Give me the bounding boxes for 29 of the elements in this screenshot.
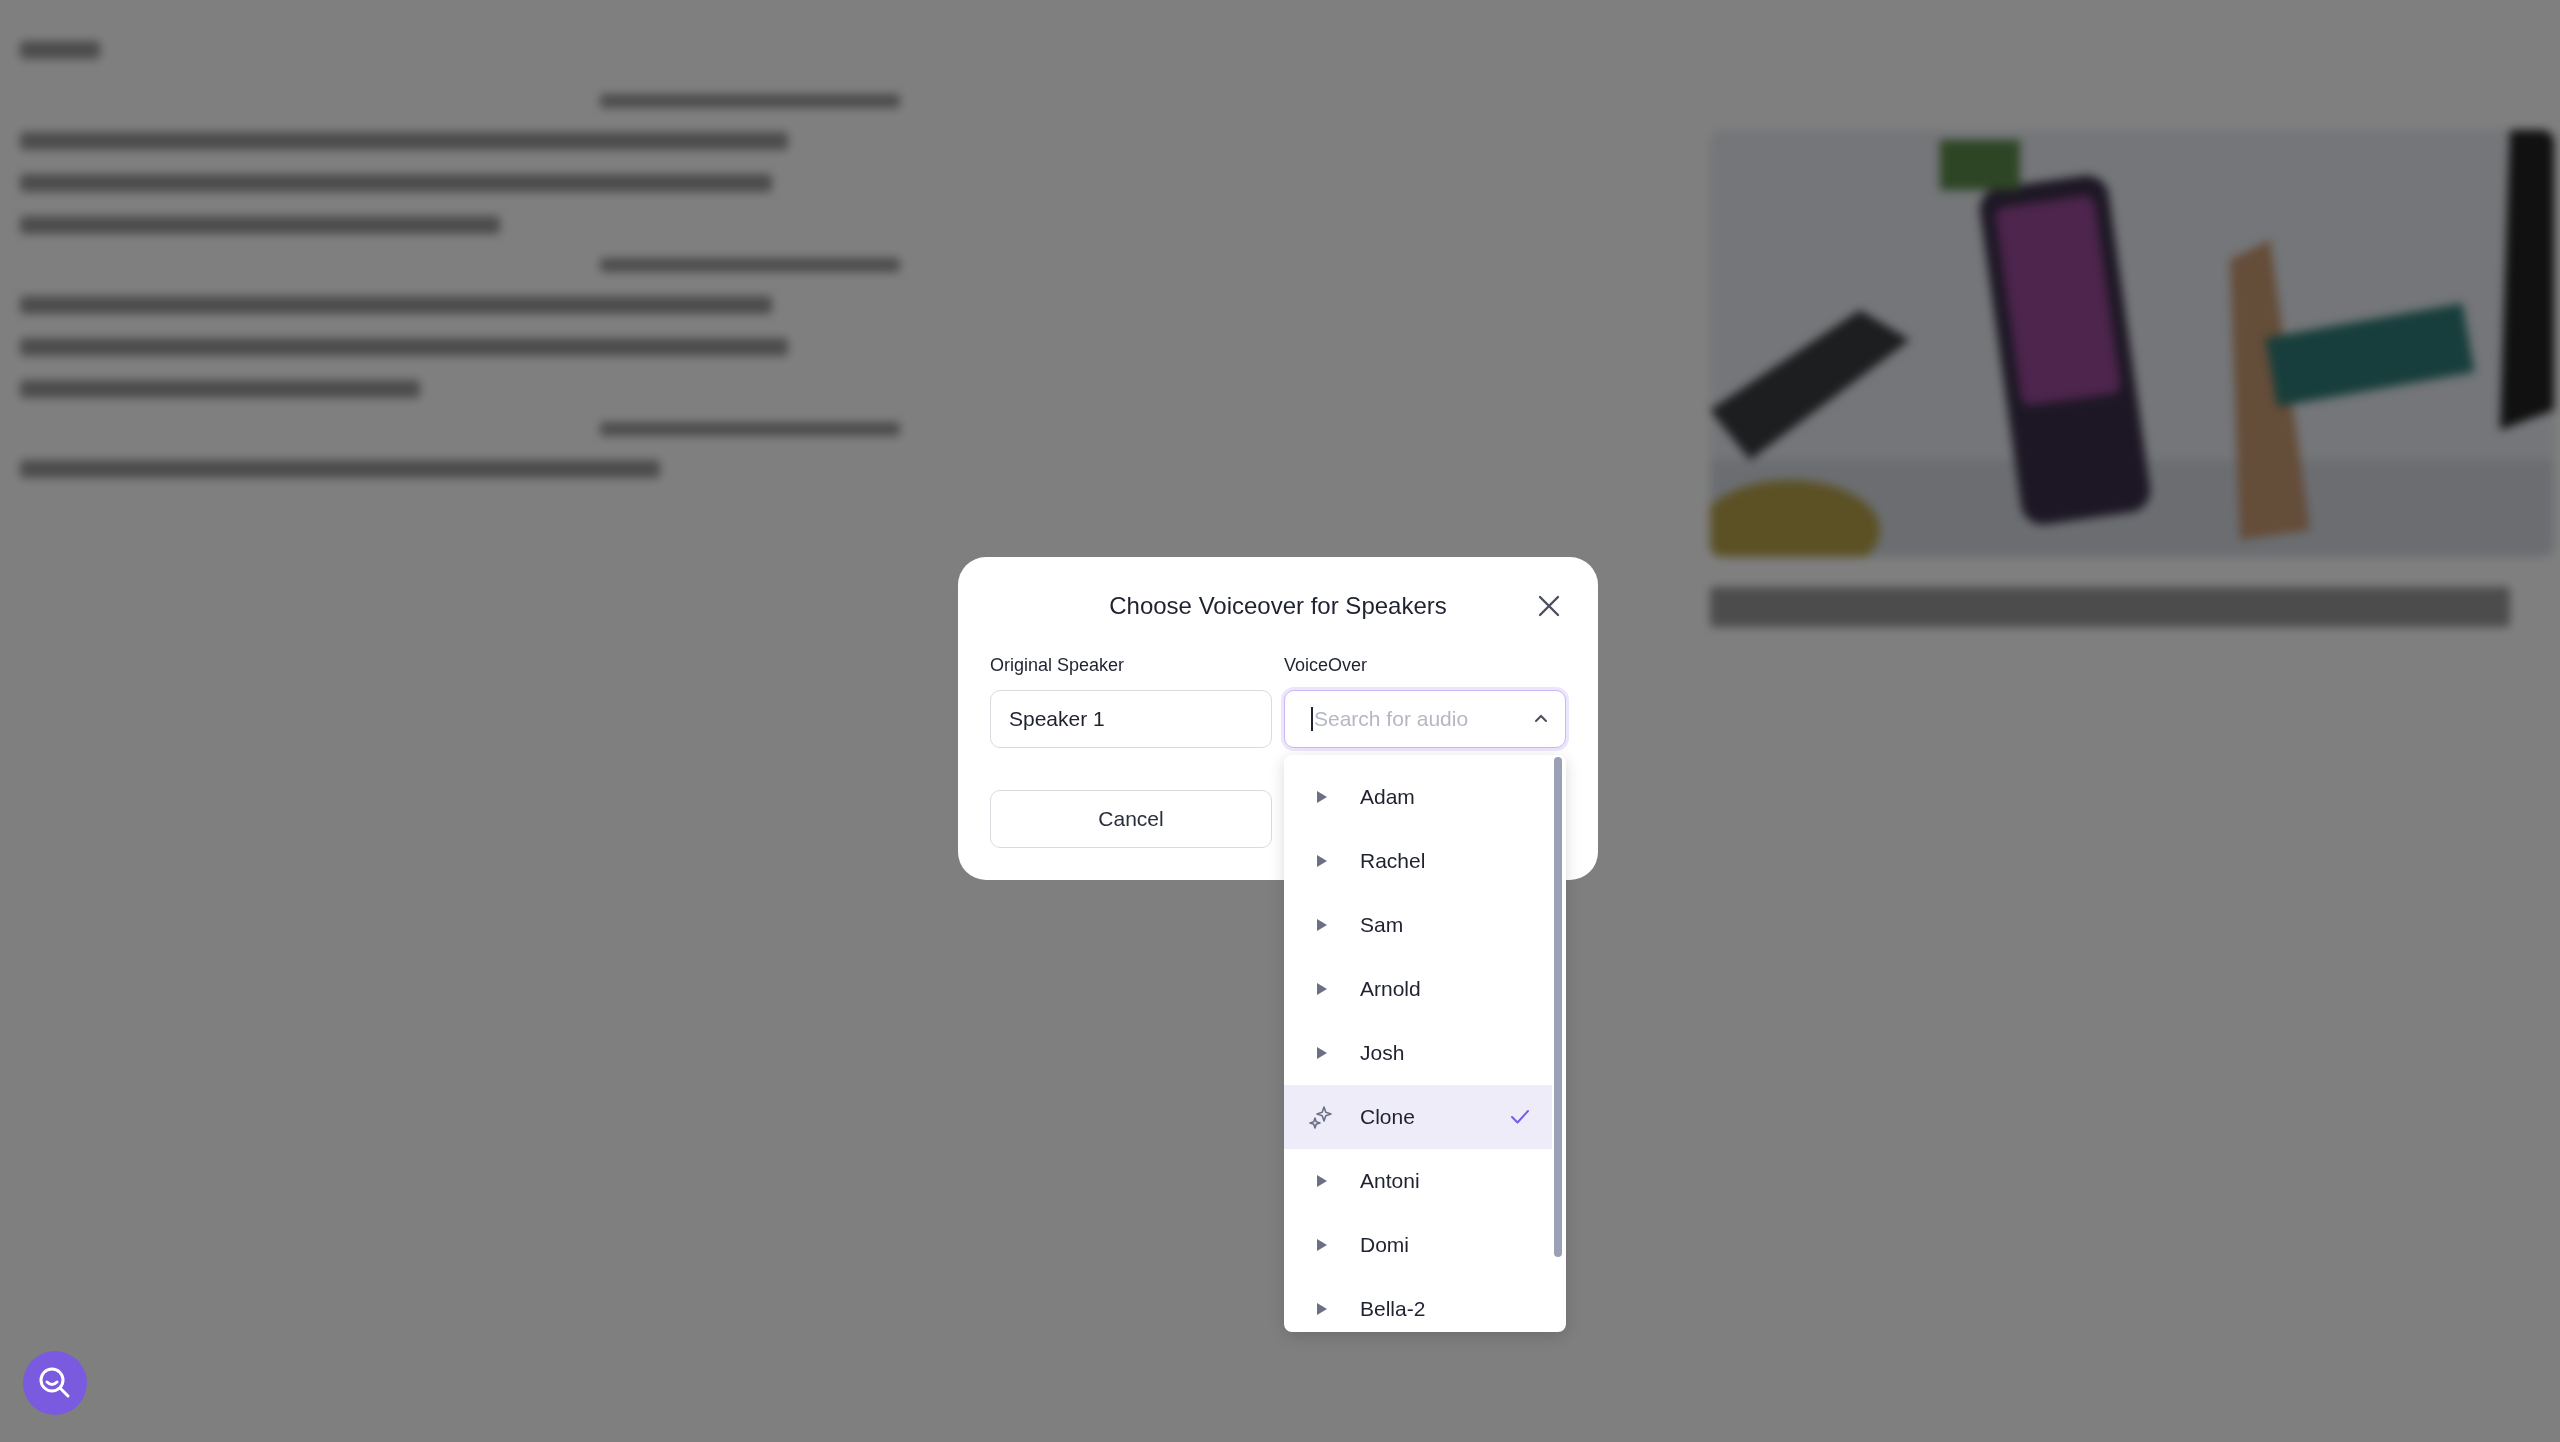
- scrollbar[interactable]: [1554, 757, 1562, 1257]
- voice-name: Arnold: [1360, 977, 1422, 1001]
- voice-name: Adam: [1360, 785, 1416, 809]
- cancel-button[interactable]: Cancel: [990, 790, 1272, 848]
- voice-name: Sam: [1360, 913, 1405, 937]
- voice-option[interactable]: Arnold: [1284, 957, 1552, 1021]
- voice-option[interactable]: Antoni: [1284, 1149, 1552, 1213]
- voice-option[interactable]: Sam: [1284, 893, 1552, 957]
- voice-name: Josh: [1360, 1041, 1406, 1065]
- speaker-field[interactable]: Speaker 1: [990, 690, 1272, 748]
- voice-name: Antoni: [1360, 1169, 1421, 1193]
- search-field[interactable]: Search for audio: [1284, 690, 1566, 748]
- voice-option[interactable]: Rachel: [1284, 829, 1552, 893]
- voice-option[interactable]: Josh: [1284, 1021, 1552, 1085]
- voice-name: Domi: [1360, 1233, 1410, 1257]
- voice-name: Bella-2: [1360, 1297, 1427, 1321]
- voice-name: Clone: [1360, 1105, 1416, 1129]
- sparkle-icon: [1308, 1104, 1334, 1130]
- voice-option[interactable]: Bella-2: [1284, 1277, 1552, 1332]
- close-button[interactable]: [1536, 593, 1562, 619]
- voice-name: Rachel: [1360, 849, 1427, 873]
- text-cursor: [1311, 707, 1313, 731]
- dialog-title: Choose Voiceover for Speakers: [1109, 592, 1447, 620]
- field-label: Original Speaker: [990, 655, 1126, 676]
- field-label: VoiceOver: [1284, 655, 1369, 676]
- voice-option[interactable]: Clone: [1284, 1085, 1552, 1149]
- close-icon: [1536, 593, 1562, 619]
- voice-option[interactable]: Domi: [1284, 1213, 1552, 1277]
- voice-option[interactable]: Adam: [1284, 765, 1552, 829]
